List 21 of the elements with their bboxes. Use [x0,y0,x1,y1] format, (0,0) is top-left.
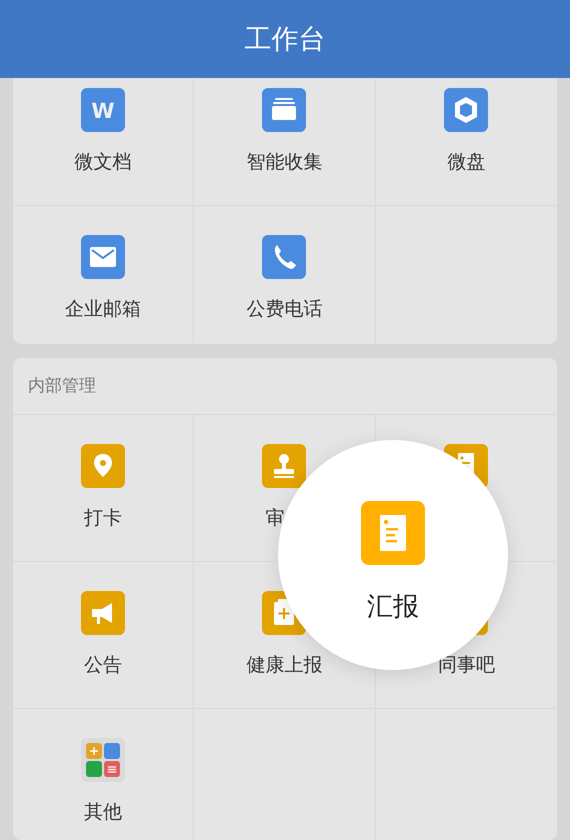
app-tile[interactable]: W 微文档 [74,78,132,175]
section-title: 内部管理 [13,358,557,415]
megaphone-icon [81,590,126,635]
app-tile[interactable]: 打卡 [81,414,126,531]
cube-icon [444,88,488,132]
app-label[interactable]: 汇报 [367,588,419,624]
app-tile[interactable]: 智能收集 [246,78,322,175]
app-tile[interactable]: 公费电话 [246,206,322,322]
app-tile[interactable]: 审 [262,414,306,531]
mail-icon [81,235,126,279]
app-tile[interactable]: 微盘 [444,78,488,175]
tray-icon [262,88,306,132]
app-grid-icon [81,738,126,782]
report-icon [361,500,425,564]
page-title: 工作台 [244,23,326,57]
app-tile[interactable]: 公告 [81,562,126,678]
location-pin-icon [81,444,126,488]
phone-icon [262,235,306,279]
app-tile[interactable]: 企业邮箱 [65,206,142,322]
document-icon: W [81,88,126,132]
app-tile[interactable]: 其他 [81,708,126,825]
